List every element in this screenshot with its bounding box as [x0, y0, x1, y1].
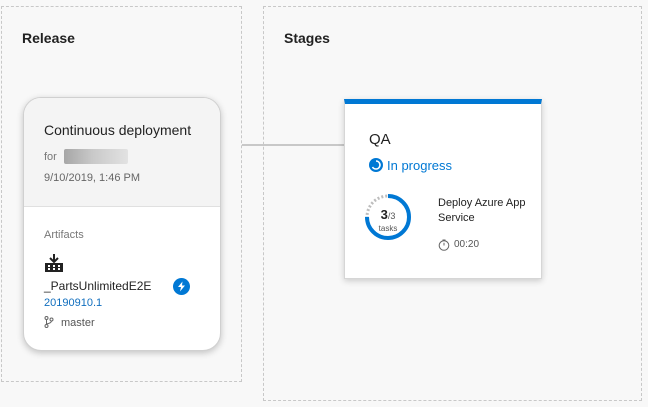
stage-card-qa[interactable]: QA In progress 3/3 tasks Deploy Azure Ap…: [344, 99, 542, 279]
timer-icon: [438, 239, 450, 251]
lightning-icon: [178, 281, 185, 292]
branch-icon: [44, 316, 54, 328]
in-progress-icon: [369, 158, 383, 172]
artifacts-label: Artifacts: [44, 229, 84, 241]
redacted-user: [64, 149, 128, 164]
artifact-branch: master: [61, 317, 95, 329]
artifact-name[interactable]: _PartsUnlimitedE2E: [44, 279, 151, 293]
release-for-label: for: [44, 151, 57, 163]
current-task-name: Deploy Azure App Service: [438, 197, 526, 224]
build-artifact-icon: [45, 254, 63, 272]
artifact-version-link[interactable]: 20190910.1: [44, 297, 102, 309]
tasks-unit: tasks: [378, 224, 398, 233]
stage-name: QA: [369, 131, 391, 148]
stage-status[interactable]: In progress: [387, 158, 452, 173]
continuous-deployment-trigger-button[interactable]: [173, 278, 190, 295]
release-trigger-title: Continuous deployment: [44, 122, 192, 138]
task-duration: 00:20: [454, 239, 480, 250]
pipeline-connector: [242, 144, 344, 146]
release-date: 9/10/2019, 1:46 PM: [44, 172, 141, 184]
tasks-done: 3: [380, 207, 388, 222]
release-card[interactable]: Continuous deployment for 9/10/2019, 1:4…: [23, 97, 221, 351]
stages-panel-title: Stages: [284, 30, 330, 46]
tasks-total: /3: [387, 211, 396, 221]
task-count: 3/3: [363, 207, 413, 222]
release-panel-title: Release: [22, 30, 75, 46]
